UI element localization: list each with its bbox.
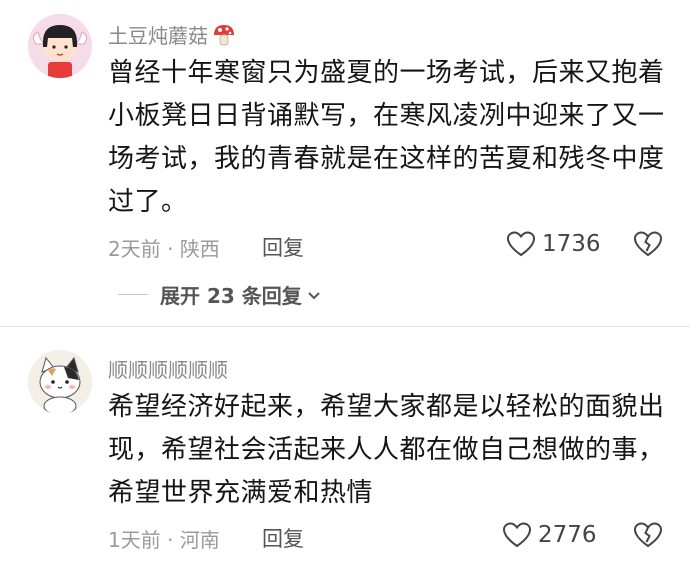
comment-line: 希望经济好起来，希望大家都是以轻松的面貌出 [108, 392, 665, 422]
avatar[interactable] [28, 350, 92, 414]
comment-text: 希望经济好起来，希望大家都是以轻松的面貌出 现，希望社会活起来人人都在做自己想做… [108, 386, 668, 515]
comment-line: 曾经十年寒窗只为盛夏的一场考试，后来又抱着 [108, 58, 665, 88]
comment-time: 1天前 [108, 528, 161, 552]
comment-line: 现，希望社会活起来人人都在做自己想做的事， [108, 435, 665, 465]
comment-line: 场考试，我的青春就是在这样的苦夏和残冬中度 [108, 144, 665, 174]
comment-line: 过了。 [108, 187, 188, 217]
chevron-down-icon [308, 291, 320, 299]
heart-icon [502, 522, 532, 548]
heart-icon [506, 231, 536, 257]
dislike-button[interactable] [633, 521, 663, 553]
comment-meta: 1天前 · 河南 [108, 528, 220, 552]
username[interactable]: 顺顺顺顺顺顺 [108, 354, 228, 383]
broken-heart-icon [633, 231, 663, 257]
comment-line: 小板凳日日背诵默写，在寒风凌冽中迎来了又一 [108, 101, 665, 131]
reply-button[interactable]: 回复 [262, 523, 304, 553]
comment-time: 2天前 [108, 237, 161, 261]
comment-location: 河南 [179, 528, 220, 552]
reply-button[interactable]: 回复 [262, 232, 304, 262]
avatar[interactable] [28, 14, 92, 78]
like-count: 2776 [538, 522, 597, 548]
comment-location: 陕西 [179, 237, 220, 261]
like-count: 1736 [542, 231, 601, 257]
avatar-cat-icon [28, 350, 92, 414]
username[interactable]: 土豆炖蘑菇 [108, 20, 236, 52]
comment-meta: 2天前 · 陕西 [108, 237, 220, 261]
avatar-cartoon-girl-icon [28, 14, 92, 78]
comment-text: 曾经十年寒窗只为盛夏的一场考试，后来又抱着 小板凳日日背诵默写，在寒风凌冽中迎来… [108, 52, 668, 224]
comment-line: 希望世界充满爱和热情 [108, 478, 374, 508]
like-button[interactable]: 1736 [506, 230, 601, 258]
divider-line [118, 294, 148, 295]
broken-heart-icon [633, 522, 663, 548]
dislike-button[interactable] [633, 230, 663, 262]
like-button[interactable]: 2776 [502, 521, 597, 549]
expand-replies-button[interactable]: 展开 23 条回复 [118, 280, 322, 309]
comment-divider [0, 326, 690, 327]
mushroom-icon [212, 23, 236, 52]
